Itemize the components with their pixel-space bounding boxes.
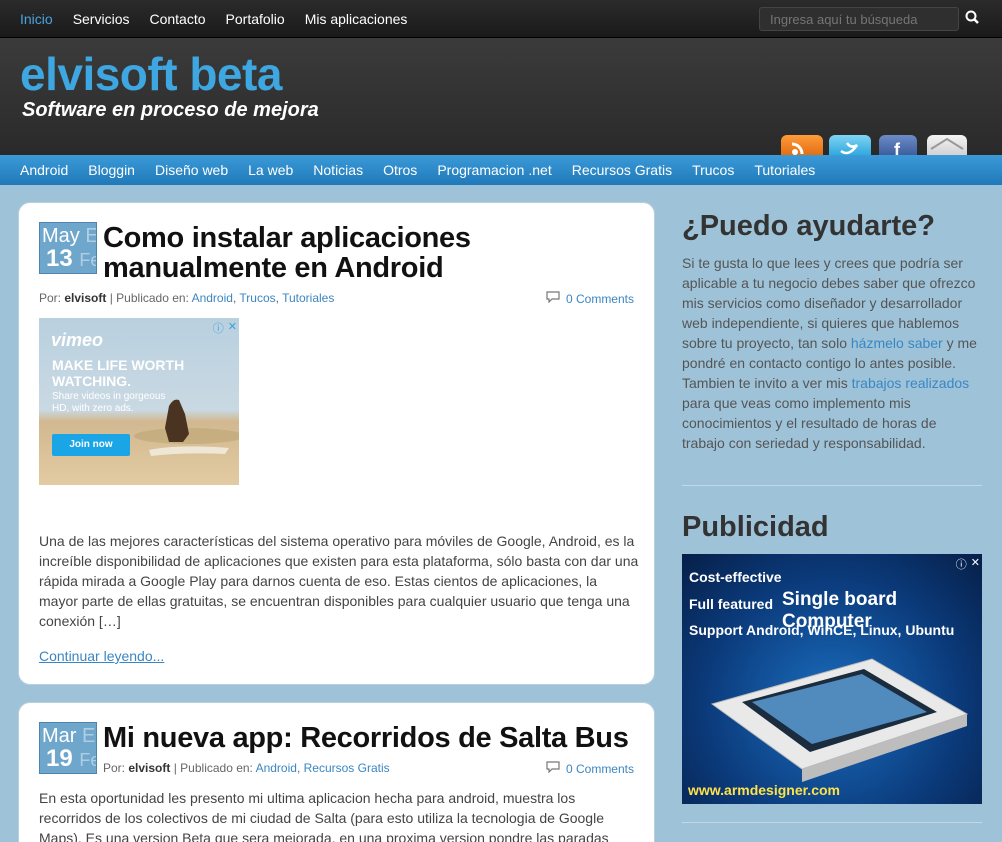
sidebar-help-title: ¿Puedo ayudarte? [682,210,935,242]
ad-subline: Share videos in gorgeous HD, with zero a… [52,391,166,414]
post-date-day: 13 [46,245,73,272]
site-header: elvisoft beta Software en proceso de mej… [0,38,1002,160]
post-card: Mar En 19 Fe Mi nueva app: Recorridos de… [18,702,655,842]
post-category-link[interactable]: Trucos [239,291,275,305]
vimeo-ad-banner[interactable]: vimeo MAKE LIFE WORTH WATCHING. Share vi… [39,318,239,485]
top-nav-servicios[interactable]: Servicios [63,11,140,27]
sidebar-help-text: Si te gusta lo que lees y crees que podr… [682,253,977,453]
site-tagline: Software en proceso de mejora [22,99,319,121]
post-category-link[interactable]: Tutoriales [282,291,334,305]
post-category-link[interactable]: Android [256,761,297,775]
ad-url: www.armdesigner.com [688,782,840,798]
post-author: elvisoft [64,291,107,305]
post-by-label: Por: [103,761,126,775]
ad-info-icon[interactable]: ⓘ [956,556,967,572]
post-date-month: May [42,225,80,247]
ad-line-full-featured: Full featured [689,596,774,612]
sidebar-ads-title: Publicidad [682,511,829,543]
ad-controls[interactable]: ⓘ ✕ [956,556,980,572]
read-more-link[interactable]: Continuar leyendo... [39,648,164,664]
category-android[interactable]: Android [10,162,78,178]
post-meta: Por: elvisoft | Publicado en: Android, R… [103,761,390,775]
email-icon[interactable] [927,135,967,157]
contact-link[interactable]: házmelo saber [851,335,943,351]
comment-bubble-icon [546,761,560,776]
comment-bubble-icon [546,291,560,306]
ad-info-icon[interactable]: ⓘ [213,320,224,336]
category-la-web[interactable]: La web [238,162,303,178]
ad-headline: MAKE LIFE WORTH WATCHING. [52,357,185,389]
post-card: May En 13 Fe Como instalar aplicaciones … [18,202,655,685]
armdesigner-ad-banner[interactable]: Cost-effective Full featured Single boar… [682,554,982,804]
post-date-month-ghost: En [82,725,96,747]
post-title[interactable]: Como instalar aplicaciones manualmente e… [103,223,503,283]
ad-close-icon[interactable]: ✕ [228,320,237,336]
top-bar: Inicio Servicios Contacto Portafolio Mis… [0,0,1002,38]
category-bloggin[interactable]: Bloggin [78,162,145,178]
post-published-label: Publicado en: [116,291,189,305]
site-title[interactable]: elvisoft beta [20,47,282,101]
post-comments[interactable]: 0 Comments [546,761,634,776]
top-nav: Inicio Servicios Contacto Portafolio Mis… [10,0,417,38]
post-date-month: Mar [42,725,77,747]
ad-controls[interactable]: ⓘ ✕ [213,320,237,336]
post-comments[interactable]: 0 Comments [546,291,634,306]
sidebar-divider [682,822,982,823]
category-programacion-net[interactable]: Programacion .net [427,162,561,178]
category-tutoriales[interactable]: Tutoriales [744,162,825,178]
post-date-badge: May En 13 Fe [39,222,97,274]
post-excerpt: En esta oportunidad les presento mi ulti… [39,790,609,842]
post-comments-link[interactable]: 0 Comments [566,762,634,776]
post-date-badge: Mar En 19 Fe [39,722,97,774]
category-otros[interactable]: Otros [373,162,427,178]
ad-line-support: Support Android, WinCE, Linux, Ubuntu [689,622,955,638]
post-by-label: Por: [39,291,62,305]
top-nav-inicio[interactable]: Inicio [10,11,63,27]
join-now-button[interactable]: Join now [52,434,130,456]
ad-close-icon[interactable]: ✕ [971,556,980,572]
category-diseno-web[interactable]: Diseño web [145,162,238,178]
post-category-link[interactable]: Recursos Gratis [304,761,390,775]
vimeo-logo: vimeo [51,330,104,350]
post-author: elvisoft [128,761,171,775]
category-noticias[interactable]: Noticias [303,162,373,178]
post-excerpt: Una de las mejores características del s… [39,533,639,629]
twitter-icon[interactable] [829,135,871,157]
post-meta: Por: elvisoft | Publicado en: Android, T… [39,291,335,305]
top-nav-portafolio[interactable]: Portafolio [216,11,295,27]
post-category-link[interactable]: Android [192,291,233,305]
category-recursos-gratis[interactable]: Recursos Gratis [562,162,682,178]
category-nav: Android Bloggin Diseño web La web Notici… [0,155,1002,185]
post-date-day-ghost: Fe [79,250,96,270]
rss-icon[interactable] [781,135,823,157]
search-input[interactable] [759,7,959,31]
post-date-day-ghost: Fe [79,750,96,770]
search-icon[interactable] [962,8,984,28]
sidebar-help-text-part: para que veas como implemento mis conoci… [682,395,937,451]
category-trucos[interactable]: Trucos [682,162,744,178]
facebook-icon[interactable]: f [879,135,917,160]
portfolio-link[interactable]: trabajos realizados [852,375,970,391]
post-date-day: 19 [46,745,73,772]
top-nav-contacto[interactable]: Contacto [139,11,215,27]
post-date-month-ghost: En [85,225,96,247]
sidebar-divider [682,485,982,486]
ad-line-cost-effective: Cost-effective [689,569,782,585]
post-comments-link[interactable]: 0 Comments [566,292,634,306]
post-title[interactable]: Mi nueva app: Recorridos de Salta Bus [103,723,643,753]
post-published-label: Publicado en: [180,761,253,775]
top-nav-mis-aplicaciones[interactable]: Mis aplicaciones [295,11,418,27]
